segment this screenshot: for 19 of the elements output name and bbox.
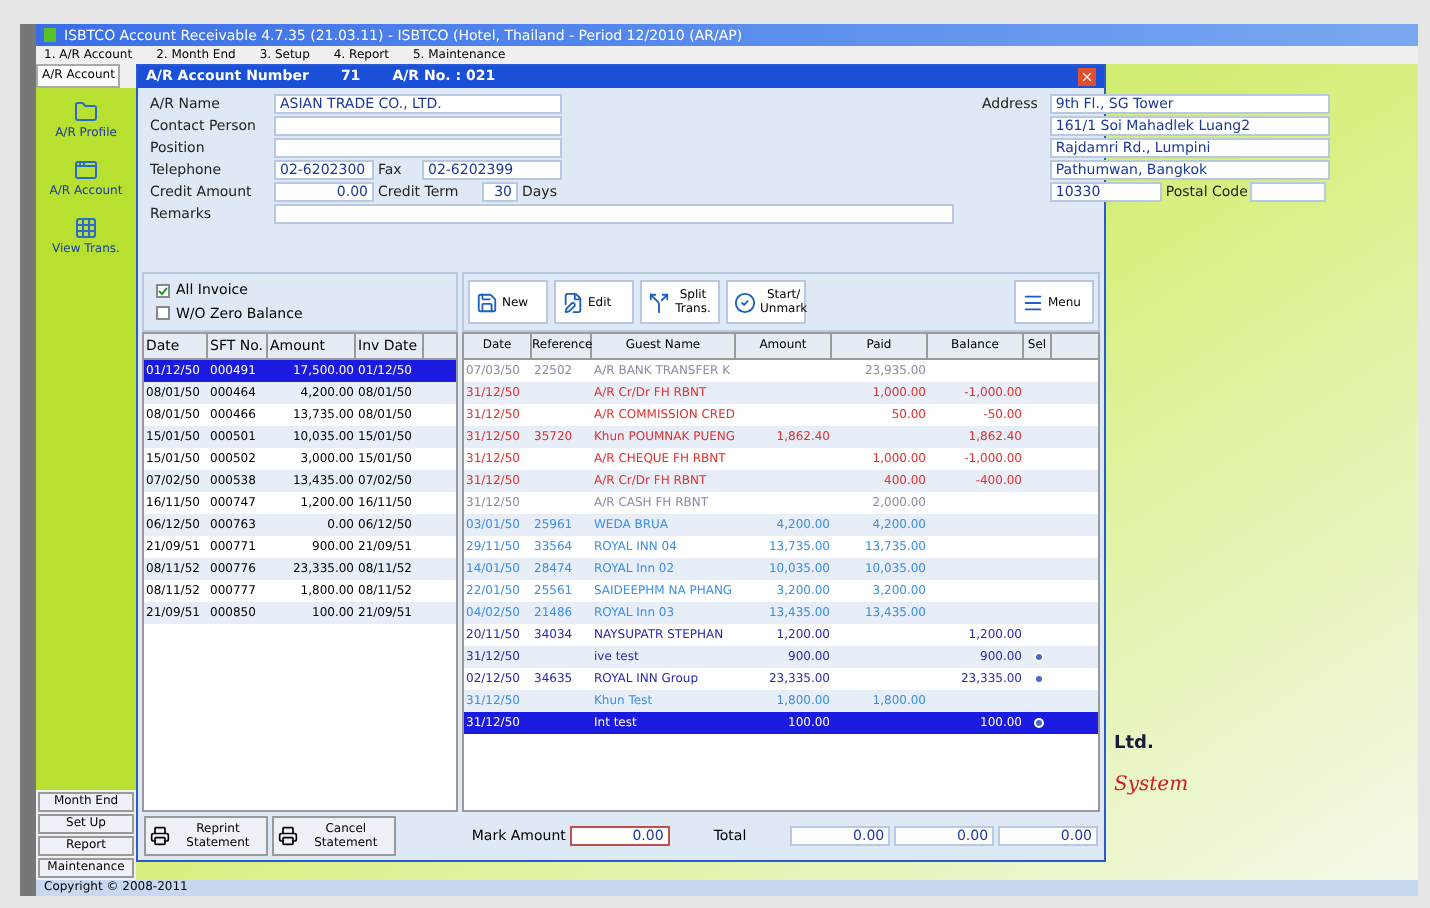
printer-icon (150, 826, 170, 846)
page-edit-icon (562, 291, 584, 313)
position-field[interactable] (274, 138, 562, 158)
postal-code-field[interactable] (1249, 182, 1326, 202)
checkbox[interactable] (156, 283, 170, 298)
menu-icon (1022, 291, 1044, 313)
folder-icon (73, 100, 98, 124)
window-icon (74, 158, 98, 182)
remarks-field[interactable] (274, 204, 954, 224)
split-icon (648, 291, 670, 313)
app-icon (44, 28, 56, 42)
contact-field[interactable] (274, 116, 562, 136)
printer-icon (277, 826, 298, 846)
check-circle-icon (734, 291, 756, 313)
close-button[interactable] (1078, 68, 1096, 86)
grid-icon (73, 216, 98, 240)
tagline-text: System (1114, 772, 1191, 800)
company-text: Ltd. (1114, 731, 1156, 757)
checkbox[interactable] (156, 306, 170, 321)
